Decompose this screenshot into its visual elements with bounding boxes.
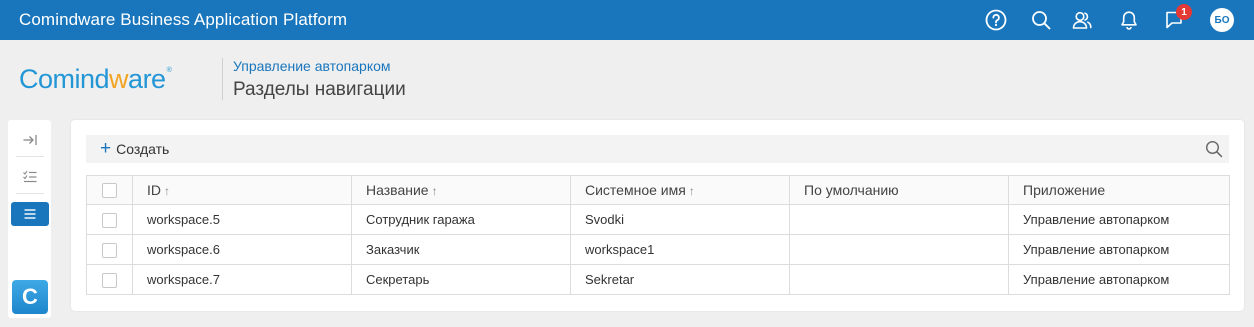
plus-icon: + [100, 137, 112, 159]
cell-app: Управление автопарком [1008, 264, 1230, 295]
toolbar: + Создать [86, 135, 1229, 163]
search-icon[interactable] [1205, 140, 1223, 158]
row-checkbox-cell [86, 204, 133, 235]
cell-system-name: workspace1 [570, 234, 790, 265]
avatar[interactable]: БО [1210, 8, 1234, 32]
checklist-icon[interactable] [11, 165, 49, 189]
table-header-row: ID ↑ Название ↑ Системное имя ↑ По умолчани… [86, 175, 1230, 205]
cell-name: Секретарь [351, 264, 571, 295]
main-panel: + Создать ID ↑ Название ↑ Системное имя ↑ П… [71, 120, 1244, 311]
table-row[interactable]: workspace.5 Сотрудник гаража Svodki Упра… [86, 204, 1230, 235]
column-header-system-name[interactable]: Системное имя ↑ [570, 175, 790, 205]
platform-logo-icon[interactable]: C [12, 280, 48, 314]
cell-app: Управление автопарком [1008, 234, 1230, 265]
menu-icon[interactable] [11, 202, 49, 226]
column-header-app[interactable]: Приложение [1008, 175, 1230, 205]
row-checkbox[interactable] [102, 212, 117, 228]
messages-icon[interactable]: 1 [1163, 4, 1192, 31]
row-checkbox[interactable] [102, 242, 117, 258]
create-button[interactable]: + Создать [100, 137, 170, 159]
header-divider [222, 58, 223, 100]
row-checkbox-cell [86, 234, 133, 265]
cell-system-name: Svodki [570, 204, 790, 235]
column-header-default[interactable]: По умолчанию [789, 175, 1009, 205]
cell-id: workspace.6 [132, 234, 352, 265]
comindware-logo: Comindware® [19, 64, 172, 94]
bell-icon[interactable] [1118, 9, 1140, 31]
cell-default [789, 204, 1009, 235]
page-title: Разделы навигации [233, 79, 406, 100]
rail-divider [16, 156, 44, 157]
table-row[interactable]: workspace.7 Секретарь Sekretar Управлени… [86, 264, 1230, 295]
select-all-checkbox[interactable] [102, 183, 117, 199]
cell-name: Сотрудник гаража [351, 204, 571, 235]
data-table: ID ↑ Название ↑ Системное имя ↑ По умолчани… [86, 175, 1230, 295]
top-bar: Comindware Business Application Platform [0, 0, 1254, 40]
column-header-id[interactable]: ID ↑ [132, 175, 352, 205]
sort-asc-icon: ↑ [688, 184, 695, 198]
row-checkbox-cell [86, 264, 133, 295]
cell-id: workspace.5 [132, 204, 352, 235]
row-checkbox[interactable] [102, 272, 117, 288]
notification-badge: 1 [1176, 4, 1192, 20]
app-title: Comindware Business Application Platform [19, 10, 348, 29]
cell-app: Управление автопарком [1008, 204, 1230, 235]
breadcrumb[interactable]: Управление автопарком [233, 58, 391, 74]
cell-system-name: Sekretar [570, 264, 790, 295]
search-icon[interactable] [1030, 9, 1052, 31]
cell-id: workspace.7 [132, 264, 352, 295]
select-all-checkbox-cell [86, 175, 133, 205]
left-rail: C [8, 120, 51, 318]
table-row[interactable]: workspace.6 Заказчик workspace1 Управлен… [86, 234, 1230, 265]
expand-panel-icon[interactable] [11, 128, 49, 152]
cell-default [789, 264, 1009, 295]
users-icon[interactable] [1071, 9, 1093, 31]
cell-name: Заказчик [351, 234, 571, 265]
sort-asc-icon: ↑ [164, 184, 170, 198]
create-button-label: Создать [116, 141, 170, 157]
sort-asc-icon: ↑ [431, 184, 438, 198]
cell-default [789, 234, 1009, 265]
column-header-name[interactable]: Название ↑ [351, 175, 571, 205]
rail-divider [16, 193, 44, 194]
help-icon[interactable] [985, 9, 1007, 31]
